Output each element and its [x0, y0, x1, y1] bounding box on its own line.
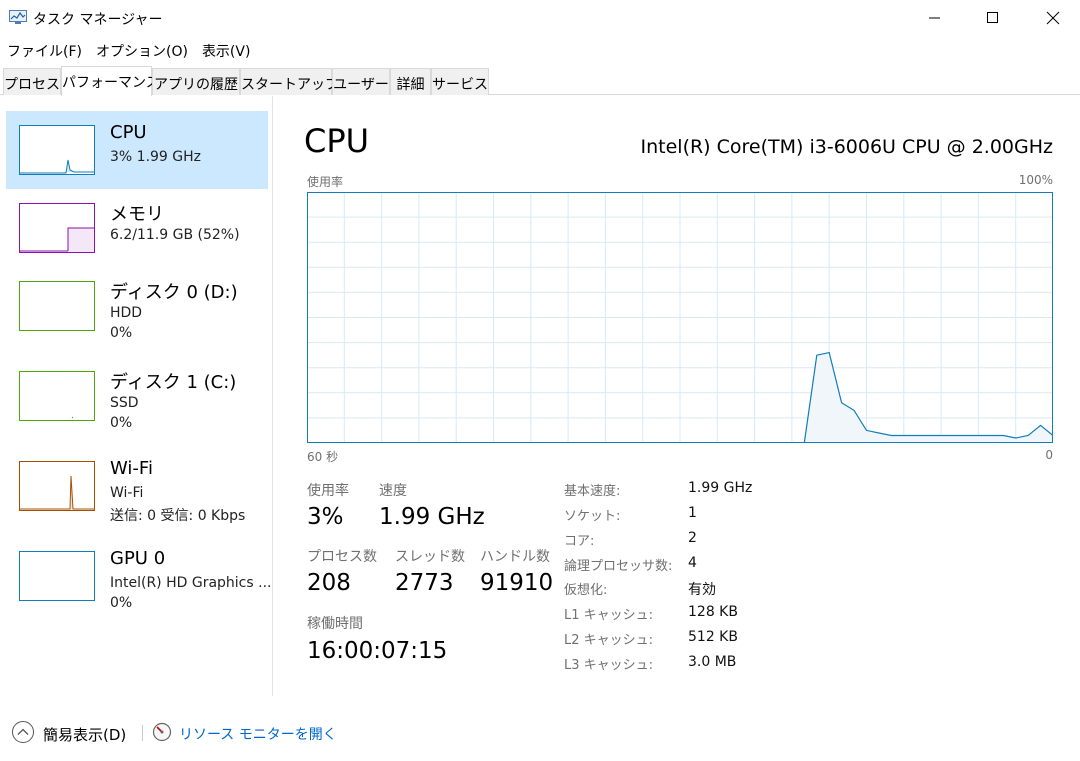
graph-x-left: 60 秒: [307, 450, 339, 464]
resource-usage: 0%: [110, 325, 133, 341]
minimize-button[interactable]: [912, 0, 958, 36]
graph-y-max: 100%: [1018, 173, 1053, 187]
detail-value: 128 KB: [688, 604, 738, 620]
resource-memory[interactable]: メモリ 6.2/11.9 GB (52%): [6, 189, 268, 267]
close-icon: [1046, 11, 1060, 25]
detail-value: 2: [688, 530, 697, 546]
menu-options[interactable]: オプション(O): [89, 38, 195, 62]
processes-label: プロセス数: [307, 549, 377, 565]
usage-label: 使用率: [307, 483, 349, 499]
tab-processes[interactable]: プロセス: [3, 68, 61, 95]
detail-value: 有効: [688, 582, 716, 598]
disk1-thumbnail: [19, 371, 95, 421]
resource-wifi[interactable]: Wi-Fi Wi-Fi 送信: 0 受信: 0 Kbps: [6, 447, 268, 525]
tab-bar: プロセス パフォーマンス アプリの履歴 スタートアップ ユーザー 詳細 サービス: [0, 66, 1080, 96]
close-button[interactable]: [1030, 0, 1076, 36]
footer-bar: 簡易表示(D) リソース モニターを開く: [0, 712, 1080, 752]
memory-thumbnail: [19, 203, 95, 253]
uptime-label: 稼働時間: [307, 616, 363, 632]
fewer-details-link[interactable]: 簡易表示(D): [43, 724, 126, 745]
tab-details[interactable]: 詳細: [390, 68, 431, 95]
resource-type: Wi-Fi: [110, 485, 144, 501]
threads-value: 2773: [395, 570, 454, 596]
resource-name: CPU: [110, 122, 147, 143]
resource-type: HDD: [110, 305, 143, 321]
resource-detail: 6.2/11.9 GB (52%): [110, 227, 240, 243]
speed-label: 速度: [379, 483, 407, 499]
tab-users[interactable]: ユーザー: [332, 68, 390, 95]
usage-value: 3%: [307, 504, 344, 530]
detail-value: 512 KB: [688, 629, 738, 645]
menu-bar: ファイル(F) オプション(O) 表示(V): [0, 38, 257, 62]
detail-key: 基本速度:: [564, 484, 621, 499]
tab-app-history[interactable]: アプリの履歴: [152, 68, 240, 95]
resource-name: ディスク 1 (C:): [110, 372, 237, 393]
maximize-button[interactable]: [970, 0, 1016, 36]
panel-divider: [272, 96, 273, 696]
resource-type: SSD: [110, 395, 139, 411]
graph-x-right: 0: [1045, 448, 1053, 462]
resource-name: メモリ: [110, 204, 164, 225]
resource-cpu[interactable]: CPU 3% 1.99 GHz: [6, 111, 268, 189]
detail-key: 仮想化:: [564, 583, 608, 598]
resource-usage: 0%: [110, 415, 133, 431]
resource-monitor-icon: [152, 722, 172, 742]
maximize-icon: [987, 12, 998, 23]
chevron-up-icon[interactable]: [11, 720, 35, 744]
detail-value: 1: [688, 505, 697, 521]
detail-key: L1 キャッシュ:: [564, 608, 654, 623]
footer-separator: [142, 725, 143, 741]
gpu-thumbnail: [19, 551, 95, 601]
open-resource-monitor-link[interactable]: リソース モニターを開く: [179, 724, 337, 744]
resource-throughput: 送信: 0 受信: 0 Kbps: [110, 508, 246, 524]
resource-disk-1[interactable]: ディスク 1 (C:) SSD 0%: [6, 357, 268, 435]
wifi-thumbnail: [19, 461, 95, 511]
disk0-thumbnail: [19, 281, 95, 331]
handles-label: ハンドル数: [480, 549, 550, 565]
disk1-thumbnail-graph: [71, 416, 74, 419]
tab-performance[interactable]: パフォーマンス: [61, 66, 160, 96]
cpu-usage-graph: [307, 192, 1053, 443]
page-title: CPU: [304, 122, 370, 160]
detail-value: 4: [688, 555, 697, 571]
detail-key: コア:: [564, 534, 595, 549]
resource-disk-0[interactable]: ディスク 0 (D:) HDD 0%: [6, 267, 268, 345]
window-title: タスク マネージャー: [33, 12, 163, 28]
menu-view[interactable]: 表示(V): [195, 38, 258, 62]
cpu-thumbnail-graph: [20, 159, 94, 174]
cpu-model: Intel(R) Core(TM) i3-6006U CPU @ 2.00GHz: [640, 136, 1054, 158]
tab-startup[interactable]: スタートアップ: [240, 68, 339, 95]
wifi-thumbnail-graph: [20, 475, 94, 510]
cpu-thumbnail: [19, 125, 95, 175]
task-manager-icon: [9, 10, 27, 24]
threads-label: スレッド数: [395, 549, 465, 565]
resource-name: Wi-Fi: [110, 458, 153, 479]
resource-name: ディスク 0 (D:): [110, 282, 238, 303]
resource-detail: 3% 1.99 GHz: [110, 149, 202, 165]
memory-thumbnail-graph: [20, 227, 94, 252]
uptime-value: 16:00:07:15: [307, 638, 448, 664]
processes-value: 208: [307, 570, 351, 596]
speed-value: 1.99 GHz: [379, 504, 485, 530]
detail-key: ソケット:: [564, 509, 621, 524]
detail-value: 1.99 GHz: [688, 480, 753, 496]
graph-grid: [307, 192, 1053, 443]
resource-usage: 0%: [110, 595, 133, 611]
handles-value: 91910: [480, 570, 554, 596]
detail-key: L3 キャッシュ:: [564, 658, 654, 673]
detail-value: 3.0 MB: [688, 654, 737, 670]
menu-file[interactable]: ファイル(F): [0, 38, 89, 62]
resource-name: GPU 0: [110, 548, 166, 569]
detail-key: 論理プロセッサ数:: [564, 559, 673, 574]
graph-y-label: 使用率: [307, 175, 344, 189]
resource-gpu-0[interactable]: GPU 0 Intel(R) HD Graphics ... 0%: [6, 537, 272, 615]
title-bar: タスク マネージャー: [0, 0, 1080, 36]
minimize-icon: [929, 17, 940, 19]
tab-services[interactable]: サービス: [431, 68, 489, 95]
detail-key: L2 キャッシュ:: [564, 633, 654, 648]
resource-type: Intel(R) HD Graphics ...: [110, 575, 272, 591]
